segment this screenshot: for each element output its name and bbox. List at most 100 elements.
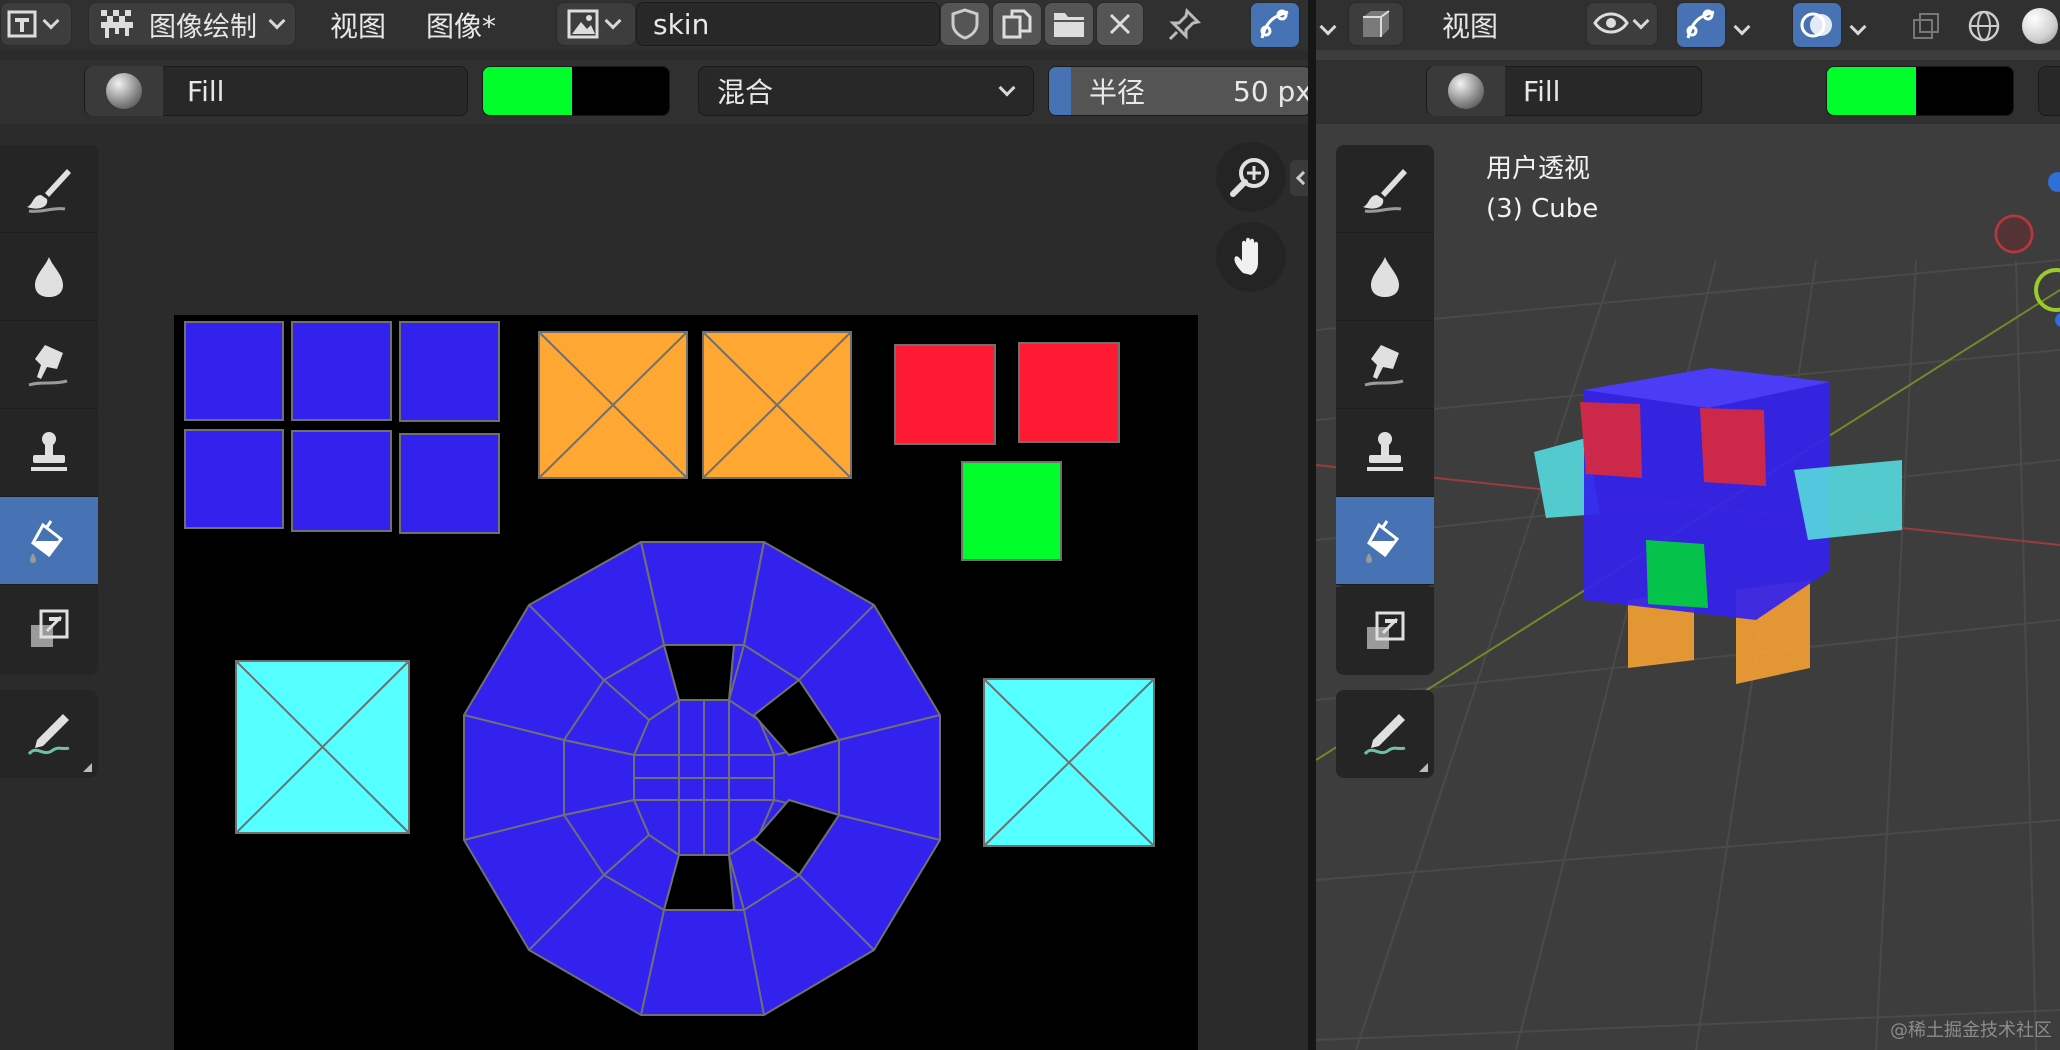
folder-icon: [1054, 13, 1084, 37]
navigation-gizmo[interactable]: [1976, 150, 2060, 330]
tool-clone[interactable]: [0, 409, 98, 497]
primary-color-swatch[interactable]: [483, 67, 573, 115]
tool-soften[interactable]: [0, 233, 98, 321]
image-name-field[interactable]: skin: [636, 2, 940, 46]
viewport-color-swatch-field[interactable]: [1826, 66, 2014, 116]
overlays-dropdown[interactable]: [1849, 18, 1867, 37]
viewport-brush-selector[interactable]: Fill: [1426, 66, 1702, 116]
gizmo-button[interactable]: [1676, 2, 1726, 48]
hand-icon: [1234, 237, 1258, 275]
viewport-brush-name: Fill: [1523, 74, 1561, 108]
brush-icon: [1363, 168, 1407, 213]
uv-face-red: [894, 344, 996, 445]
tool-annotate[interactable]: [0, 690, 98, 778]
annotate-toolbar: [0, 690, 98, 778]
viewport-object-label: (3) Cube: [1486, 194, 1599, 224]
pan-button[interactable]: [1216, 222, 1286, 292]
sphere-icon: [106, 73, 142, 109]
viewport-view-menu[interactable]: 视图: [1442, 0, 1498, 50]
toolbar: [0, 145, 98, 675]
viewport-tool-annotate[interactable]: [1336, 690, 1434, 778]
chevron-down-icon: [1319, 18, 1337, 36]
viewport-tool-fill[interactable]: [1336, 497, 1434, 585]
uv-face-blue: [291, 430, 392, 532]
wireframe-sphere-icon: [1968, 10, 2000, 42]
overlays-icon: [1800, 12, 1832, 38]
uv-face-red: [1018, 342, 1120, 443]
zoom-button[interactable]: [1216, 142, 1286, 212]
viewport-brush-preview[interactable]: [1427, 66, 1505, 116]
smear-icon: [28, 344, 68, 386]
view-menu[interactable]: 视图: [330, 0, 386, 50]
chevron-down-icon: [1632, 12, 1650, 30]
gizmo-dropdown[interactable]: [1733, 18, 1751, 37]
chevron-down-icon: [1849, 18, 1867, 36]
secondary-color-swatch[interactable]: [572, 67, 669, 115]
texture-paint-mode-icon: [1363, 10, 1390, 37]
viewport-tool-clone[interactable]: [1336, 409, 1434, 497]
eye-icon: [1593, 12, 1629, 34]
shield-icon: [951, 8, 979, 40]
viewport-secondary-color-swatch[interactable]: [1916, 67, 2013, 115]
tool-settings-bar: Fill 混合 半径 50 px: [0, 60, 1308, 124]
radius-slider[interactable]: 半径 50 px: [1048, 66, 1308, 116]
overlays-button[interactable]: [1792, 2, 1842, 48]
tool-draw[interactable]: [0, 145, 98, 233]
chevron-down-icon: [1733, 18, 1751, 36]
viewport-tool-smear[interactable]: [1336, 321, 1434, 409]
tool-mask[interactable]: [0, 585, 98, 673]
editor-type-chevron[interactable]: [1319, 18, 1337, 37]
viewport-mask-toolbar: [1336, 587, 1434, 675]
viewport-primary-color-swatch[interactable]: [1827, 67, 1917, 115]
uv-face-blue: [399, 433, 500, 534]
curve-icon: [1260, 9, 1289, 39]
tool-fill[interactable]: [0, 497, 98, 585]
brush-selector[interactable]: Fill: [84, 66, 468, 116]
fake-user-button[interactable]: [940, 2, 990, 46]
wireframe-shading-button[interactable]: [1964, 6, 2004, 46]
paint-bucket-icon: [1366, 519, 1400, 563]
object-mode-button[interactable]: [1348, 2, 1404, 46]
viewport-blend-mode-dropdown[interactable]: [2038, 66, 2060, 116]
uv-face-blue: [291, 321, 392, 421]
chevron-down-icon: [604, 12, 622, 30]
solid-shading-button[interactable]: [2020, 6, 2060, 46]
texture-paint-icon: [101, 10, 133, 38]
pencil-icon: [1363, 714, 1406, 756]
chevron-down-icon: [268, 12, 286, 30]
xray-button[interactable]: [1906, 6, 1946, 46]
uv-radial-disc: [463, 541, 941, 1016]
image-browse-button[interactable]: [556, 2, 636, 46]
corner-arrow-icon: [83, 763, 92, 772]
open-image-button[interactable]: [1044, 2, 1094, 46]
pin-button[interactable]: [1162, 4, 1206, 46]
viewport-tool-draw[interactable]: [1336, 145, 1434, 233]
uv-sync-button[interactable]: [1250, 2, 1300, 48]
tool-smear[interactable]: [0, 321, 98, 409]
uv-face-blue: [184, 321, 284, 421]
viewport-tool-mask[interactable]: [1336, 587, 1434, 675]
area-divider[interactable]: [1308, 0, 1316, 1050]
editor-type-button[interactable]: [0, 2, 72, 46]
brush-name: Fill: [187, 74, 225, 108]
uv-image-canvas[interactable]: [174, 315, 1198, 1050]
uv-face-green: [961, 461, 1062, 561]
chevron-down-icon: [42, 12, 60, 30]
new-image-button[interactable]: [992, 2, 1042, 46]
image-menu[interactable]: 图像*: [426, 0, 496, 50]
brush-preview[interactable]: [85, 66, 163, 116]
visibility-button[interactable]: [1586, 2, 1658, 46]
chevron-left-icon: [1295, 170, 1308, 186]
gizmo-icon: [1686, 9, 1715, 39]
mode-dropdown[interactable]: 图像绘制: [88, 2, 296, 46]
paint-bucket-icon: [30, 519, 64, 563]
sphere-icon: [1448, 73, 1484, 109]
sidebar-toggle[interactable]: [1290, 160, 1308, 196]
blend-mode-dropdown[interactable]: 混合: [698, 66, 1034, 116]
unlink-image-button[interactable]: [1096, 2, 1144, 46]
color-swatch-field[interactable]: [482, 66, 670, 116]
radius-value: 50 px: [1233, 74, 1308, 108]
viewport-tool-soften[interactable]: [1336, 233, 1434, 321]
drop-icon: [35, 256, 63, 297]
image-editor-area: 图像绘制 视图 图像* skin Fill 混合 半径 50 px: [0, 0, 1308, 1050]
